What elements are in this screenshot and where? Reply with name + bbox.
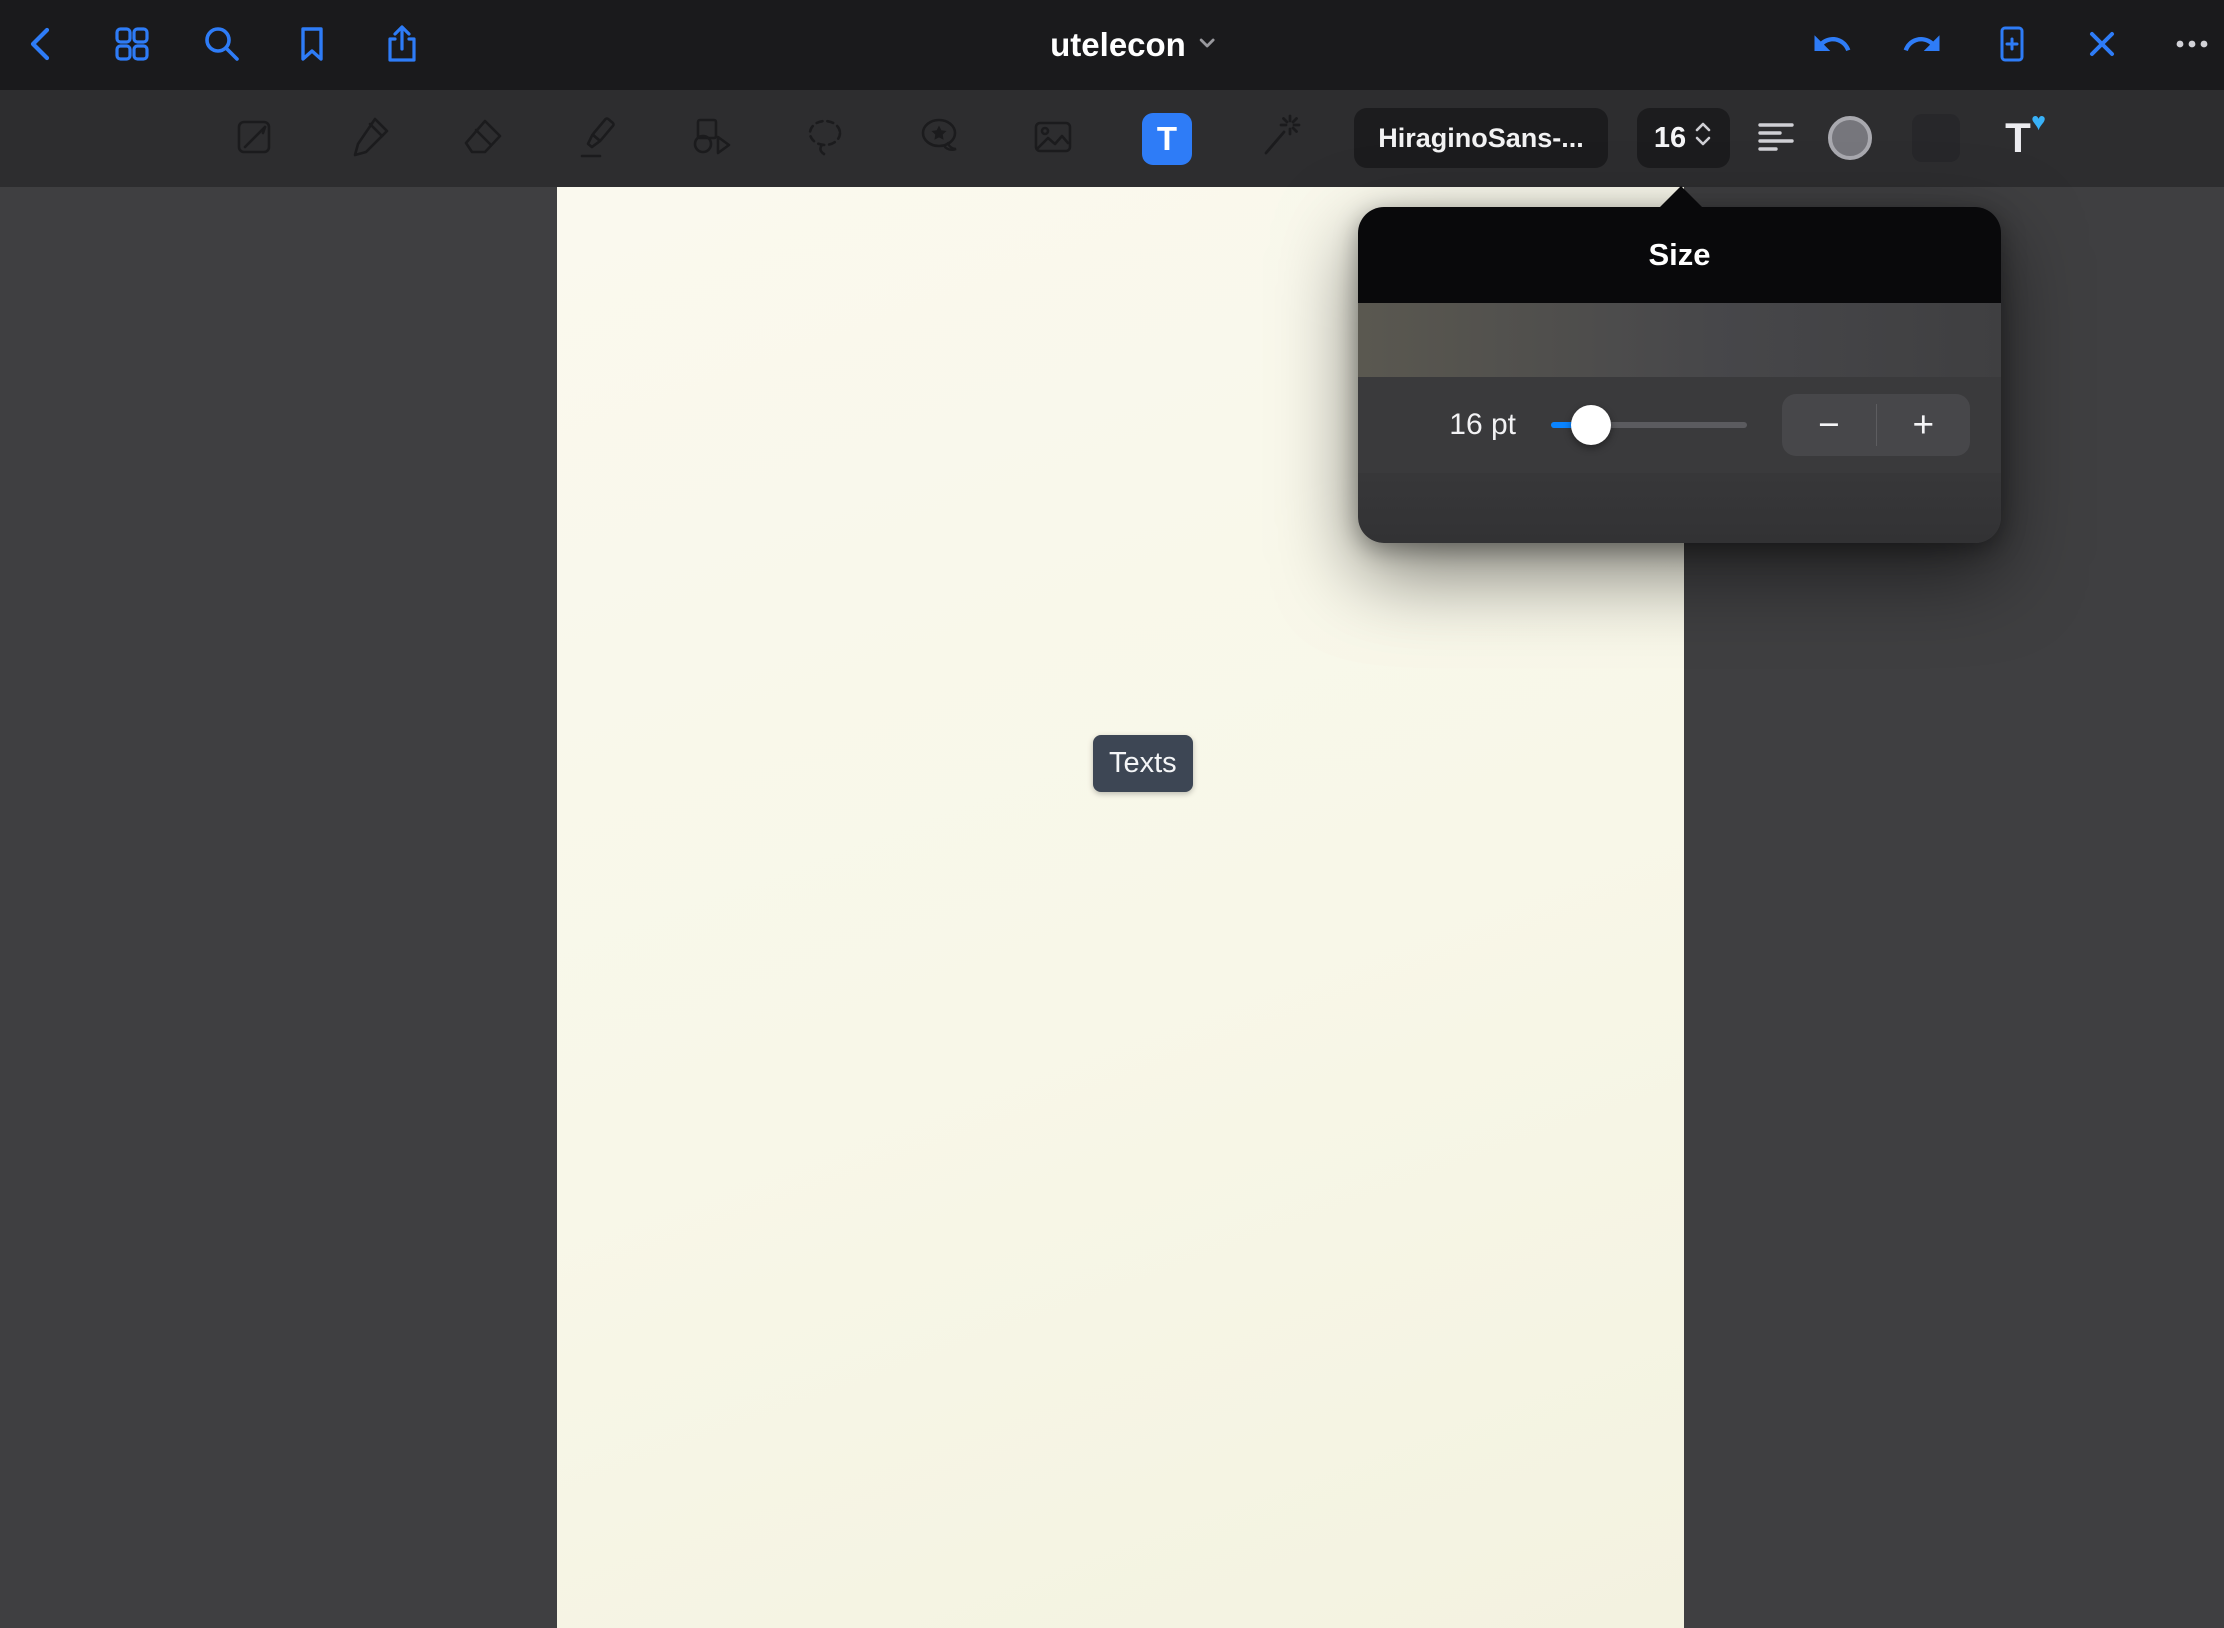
- shapes-tool-button[interactable]: [686, 114, 736, 164]
- size-stepper: − +: [1782, 394, 1970, 456]
- align-left-icon: [1752, 112, 1802, 165]
- font-size-value: 16: [1654, 122, 1686, 155]
- text-color-button[interactable]: [1828, 116, 1872, 160]
- back-button[interactable]: [20, 23, 64, 67]
- redo-button[interactable]: [1900, 23, 1944, 67]
- eraser-icon: [458, 112, 508, 165]
- more-button[interactable]: [2170, 23, 2214, 67]
- topbar-right-group: [1810, 23, 2214, 67]
- undo-icon: [1811, 23, 1853, 68]
- elements-sticker-icon: [914, 112, 964, 165]
- size-popover-header: Size: [1358, 207, 2001, 303]
- elements-tool-button[interactable]: [914, 114, 964, 164]
- size-value-label: 16 pt: [1394, 377, 1516, 473]
- selected-text-object[interactable]: Texts: [1093, 735, 1193, 792]
- document-title: utelecon: [1050, 26, 1186, 64]
- pen-icon: [344, 112, 394, 165]
- chevron-down-icon: [1196, 32, 1218, 59]
- redo-icon: [1901, 23, 1943, 68]
- close-icon: [2080, 22, 2124, 69]
- bookmark-button[interactable]: [290, 23, 334, 67]
- topbar-left-group: [20, 23, 424, 67]
- search-icon: [200, 22, 244, 69]
- popover-gradient-band: [1358, 303, 2001, 377]
- grid-icon: [110, 22, 154, 69]
- thumbnails-button[interactable]: [110, 23, 154, 67]
- image-tool-button[interactable]: [1028, 114, 1078, 164]
- size-increase-button[interactable]: +: [1877, 394, 1971, 456]
- lasso-icon: [800, 112, 850, 165]
- share-icon: [380, 22, 424, 69]
- top-navigation-bar: utelecon: [0, 0, 2224, 90]
- font-size-button[interactable]: 16: [1637, 108, 1730, 168]
- add-page-button[interactable]: [1990, 23, 2034, 67]
- undo-button[interactable]: [1810, 23, 1854, 67]
- size-slider-row: 16 pt − +: [1358, 377, 2001, 473]
- pen-tool-button[interactable]: [344, 114, 394, 164]
- add-page-icon: [1990, 22, 2034, 69]
- size-slider-thumb[interactable]: [1571, 405, 1611, 445]
- chevron-up-down-icon: [1693, 120, 1713, 156]
- page-mode-tool-button[interactable]: [230, 114, 280, 164]
- highlighter-tool-button[interactable]: [572, 114, 622, 164]
- shapes-icon: [686, 112, 736, 165]
- selected-color-swatch[interactable]: [1912, 114, 1960, 162]
- tool-group: T: [230, 90, 1306, 187]
- close-button[interactable]: [2080, 23, 2124, 67]
- highlighter-icon: [572, 112, 622, 165]
- text-style-button[interactable]: T ♥: [1988, 108, 2048, 168]
- text-tool-icon: T: [1142, 113, 1192, 165]
- size-decrease-button[interactable]: −: [1782, 394, 1876, 456]
- text-tool-button[interactable]: T: [1142, 114, 1192, 164]
- bookmark-icon: [290, 22, 334, 69]
- popover-arrow: [1659, 186, 1703, 208]
- notes-app: utelecon: [0, 0, 2224, 1628]
- search-button[interactable]: [200, 23, 244, 67]
- size-slider[interactable]: [1543, 377, 1755, 473]
- size-popover: Size 16 pt − +: [1358, 207, 2001, 543]
- tool-toolbar: T HiraginoSans-... 16: [0, 90, 2224, 187]
- more-icon: [2170, 22, 2214, 69]
- share-button[interactable]: [380, 23, 424, 67]
- document-title-button[interactable]: utelecon: [1050, 0, 1218, 90]
- back-chevron-icon: [20, 22, 64, 69]
- font-family-button[interactable]: HiraginoSans-...: [1354, 108, 1608, 168]
- eraser-tool-button[interactable]: [458, 114, 508, 164]
- page-mode-icon: [230, 112, 280, 165]
- lasso-tool-button[interactable]: [800, 114, 850, 164]
- size-popover-body: 16 pt − +: [1358, 303, 2001, 543]
- laser-pointer-icon: [1256, 112, 1306, 165]
- text-style-icon: T: [2005, 117, 2031, 159]
- text-alignment-button[interactable]: [1752, 113, 1802, 163]
- heart-icon: ♥: [2031, 110, 2046, 135]
- laser-pointer-tool-button[interactable]: [1256, 114, 1306, 164]
- image-icon: [1028, 112, 1078, 165]
- size-popover-title: Size: [1648, 237, 1710, 273]
